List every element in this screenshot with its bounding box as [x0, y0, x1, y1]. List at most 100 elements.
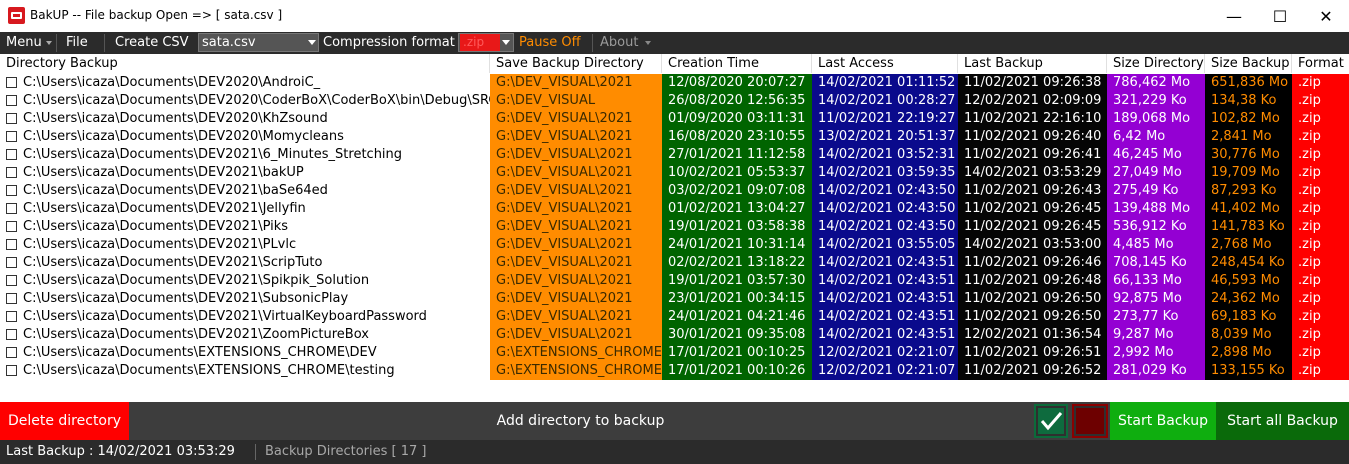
status-bar: Last Backup : 14/02/2021 03:53:29 Backup…: [0, 440, 1349, 464]
table-row[interactable]: C:\Users\icaza\Documents\DEV2021\Spikpik…: [0, 272, 1349, 290]
cell-format: .zip: [1292, 272, 1349, 290]
cell-last-backup: 11/02/2021 09:26:38: [958, 74, 1107, 92]
cell-save-directory: G:\DEV_VISUAL\2021: [490, 218, 662, 236]
select-all-button[interactable]: [1034, 404, 1068, 438]
header-last-access[interactable]: Last Access: [812, 54, 958, 73]
pause-toggle[interactable]: Pause Off: [519, 32, 581, 54]
cell-creation-time: 19/01/2021 03:58:38: [662, 218, 812, 236]
table-row[interactable]: C:\Users\icaza\Documents\DEV2021\Jellyfi…: [0, 200, 1349, 218]
cell-last-backup: 11/02/2021 09:26:50: [958, 308, 1107, 326]
cell-last-backup: 12/02/2021 02:09:09: [958, 92, 1107, 110]
cell-creation-time: 24/01/2021 10:31:14: [662, 236, 812, 254]
cell-size-backup: 87,293 Ko: [1205, 182, 1292, 200]
cell-last-backup: 11/02/2021 09:26:45: [958, 200, 1107, 218]
menu-separator: [592, 34, 593, 52]
cell-size-backup: 19,709 Mo: [1205, 164, 1292, 182]
close-button[interactable]: ✕: [1303, 0, 1349, 32]
header-save-directory[interactable]: Save Backup Directory: [490, 54, 662, 73]
table-row[interactable]: C:\Users\icaza\Documents\DEV2020\Momycle…: [0, 128, 1349, 146]
cell-directory: C:\Users\icaza\Documents\DEV2020\Momycle…: [23, 129, 344, 144]
cell-last-backup: 12/02/2021 01:36:54: [958, 326, 1107, 344]
cell-directory: C:\Users\icaza\Documents\DEV2021\Jellyfi…: [23, 201, 306, 216]
cell-size-backup: 24,362 Mo: [1205, 290, 1292, 308]
table-row[interactable]: C:\Users\icaza\Documents\DEV2020\KhZsoun…: [0, 110, 1349, 128]
cell-size-directory: 273,77 Ko: [1107, 308, 1205, 326]
cell-last-access: 11/02/2021 22:19:27: [812, 110, 958, 128]
cell-save-directory: G:\EXTENSIONS_CHROME: [490, 344, 662, 362]
table-row[interactable]: C:\Users\icaza\Documents\DEV2021\baSe64e…: [0, 182, 1349, 200]
delete-directory-button[interactable]: Delete directory: [0, 402, 129, 440]
cell-size-directory: 275,49 Ko: [1107, 182, 1205, 200]
cell-size-backup: 141,783 Ko: [1205, 218, 1292, 236]
table-row[interactable]: C:\Users\icaza\Documents\DEV2020\CoderBo…: [0, 92, 1349, 110]
table-row[interactable]: C:\Users\icaza\Documents\EXTENSIONS_CHRO…: [0, 344, 1349, 362]
cell-last-access: 14/02/2021 03:59:35: [812, 164, 958, 182]
cell-format: .zip: [1292, 236, 1349, 254]
cell-last-access: 12/02/2021 02:21:07: [812, 344, 958, 362]
menu-file[interactable]: File: [66, 32, 88, 54]
start-all-backup-button[interactable]: Start all Backup: [1216, 402, 1349, 440]
cell-creation-time: 27/01/2021 11:12:58: [662, 146, 812, 164]
table-row[interactable]: C:\Users\icaza\Documents\DEV2021\Piks G:\…: [0, 218, 1349, 236]
cell-size-directory: 9,287 Mo: [1107, 326, 1205, 344]
cell-directory: C:\Users\icaza\Documents\DEV2021\PLvlc: [23, 237, 297, 252]
window-title: BakUP -- File backup Open => [ sata.csv …: [30, 8, 283, 22]
chevron-down-icon: [308, 40, 316, 45]
header-creation-time[interactable]: Creation Time: [662, 54, 812, 73]
cell-save-directory: G:\DEV_VISUAL\2021: [490, 146, 662, 164]
cell-last-access: 14/02/2021 02:43:50: [812, 182, 958, 200]
minimize-button[interactable]: —: [1211, 0, 1257, 32]
cell-last-access: 14/02/2021 02:43:51: [812, 254, 958, 272]
header-directory[interactable]: Directory Backup: [0, 54, 490, 73]
menu-menu[interactable]: Menu: [6, 32, 42, 54]
cell-size-directory: 66,133 Mo: [1107, 272, 1205, 290]
cell-last-backup: 11/02/2021 09:26:43: [958, 182, 1107, 200]
cell-size-directory: 281,029 Ko: [1107, 362, 1205, 380]
cell-size-backup: 69,183 Ko: [1205, 308, 1292, 326]
create-csv-button[interactable]: Create CSV: [115, 32, 189, 54]
add-directory-button[interactable]: Add directory to backup: [129, 402, 1032, 440]
cell-format: .zip: [1292, 146, 1349, 164]
table-row[interactable]: C:\Users\icaza\Documents\DEV2021\6_Minut…: [0, 146, 1349, 164]
menu-about[interactable]: About: [600, 32, 638, 54]
cell-size-directory: 536,912 Ko: [1107, 218, 1205, 236]
cell-last-backup: 14/02/2021 03:53:00: [958, 236, 1107, 254]
table-row[interactable]: C:\Users\icaza\Documents\EXTENSIONS_CHRO…: [0, 362, 1349, 380]
deselect-all-button[interactable]: [1072, 404, 1108, 438]
cell-last-backup: 11/02/2021 09:26:51: [958, 344, 1107, 362]
cell-size-directory: 4,485 Mo: [1107, 236, 1205, 254]
cell-size-backup: 133,155 Ko: [1205, 362, 1292, 380]
status-separator: [255, 444, 256, 460]
table-row[interactable]: C:\Users\icaza\Documents\DEV2021\bakUP G:…: [0, 164, 1349, 182]
cell-last-backup: 14/02/2021 03:53:29: [958, 164, 1107, 182]
table-row[interactable]: C:\Users\icaza\Documents\DEV2021\PLvlc G:…: [0, 236, 1349, 254]
cell-creation-time: 01/09/2020 03:11:31: [662, 110, 812, 128]
cell-save-directory: G:\DEV_VISUAL: [490, 92, 662, 110]
start-backup-button[interactable]: Start Backup: [1110, 402, 1216, 440]
cell-size-backup: 134,38 Ko: [1205, 92, 1292, 110]
header-size-directory[interactable]: Size Directory: [1107, 54, 1205, 73]
header-size-backup[interactable]: Size Backup: [1205, 54, 1292, 73]
cell-last-access: 14/02/2021 03:55:05: [812, 236, 958, 254]
cell-directory: C:\Users\icaza\Documents\DEV2021\ScripTu…: [23, 255, 323, 270]
checkmark-icon: [1038, 408, 1064, 434]
maximize-button[interactable]: ☐: [1257, 0, 1303, 32]
cell-save-directory: G:\DEV_VISUAL\2021: [490, 326, 662, 344]
cell-last-backup: 11/02/2021 09:26:45: [958, 218, 1107, 236]
cell-last-access: 14/02/2021 01:11:52: [812, 74, 958, 92]
compression-format-value: .zip: [460, 34, 500, 51]
cell-directory: C:\Users\icaza\Documents\DEV2020\KhZsoun…: [23, 111, 328, 126]
cell-creation-time: 26/08/2020 12:56:35: [662, 92, 812, 110]
table-row[interactable]: C:\Users\icaza\Documents\DEV2021\ScripTu…: [0, 254, 1349, 272]
header-format[interactable]: Format: [1292, 54, 1349, 73]
header-last-backup[interactable]: Last Backup: [958, 54, 1107, 73]
csv-file-select[interactable]: sata.csv: [198, 33, 319, 52]
table-row[interactable]: C:\Users\icaza\Documents\DEV2021\Subsoni…: [0, 290, 1349, 308]
cell-format: .zip: [1292, 92, 1349, 110]
table-row[interactable]: C:\Users\icaza\Documents\DEV2021\ZoomPic…: [0, 326, 1349, 344]
cell-creation-time: 19/01/2021 03:57:30: [662, 272, 812, 290]
compression-format-select[interactable]: .zip: [458, 33, 514, 52]
table-row[interactable]: C:\Users\icaza\Documents\DEV2020\AndroiC…: [0, 74, 1349, 92]
table-row[interactable]: C:\Users\icaza\Documents\DEV2021\Virtual…: [0, 308, 1349, 326]
cell-format: .zip: [1292, 326, 1349, 344]
